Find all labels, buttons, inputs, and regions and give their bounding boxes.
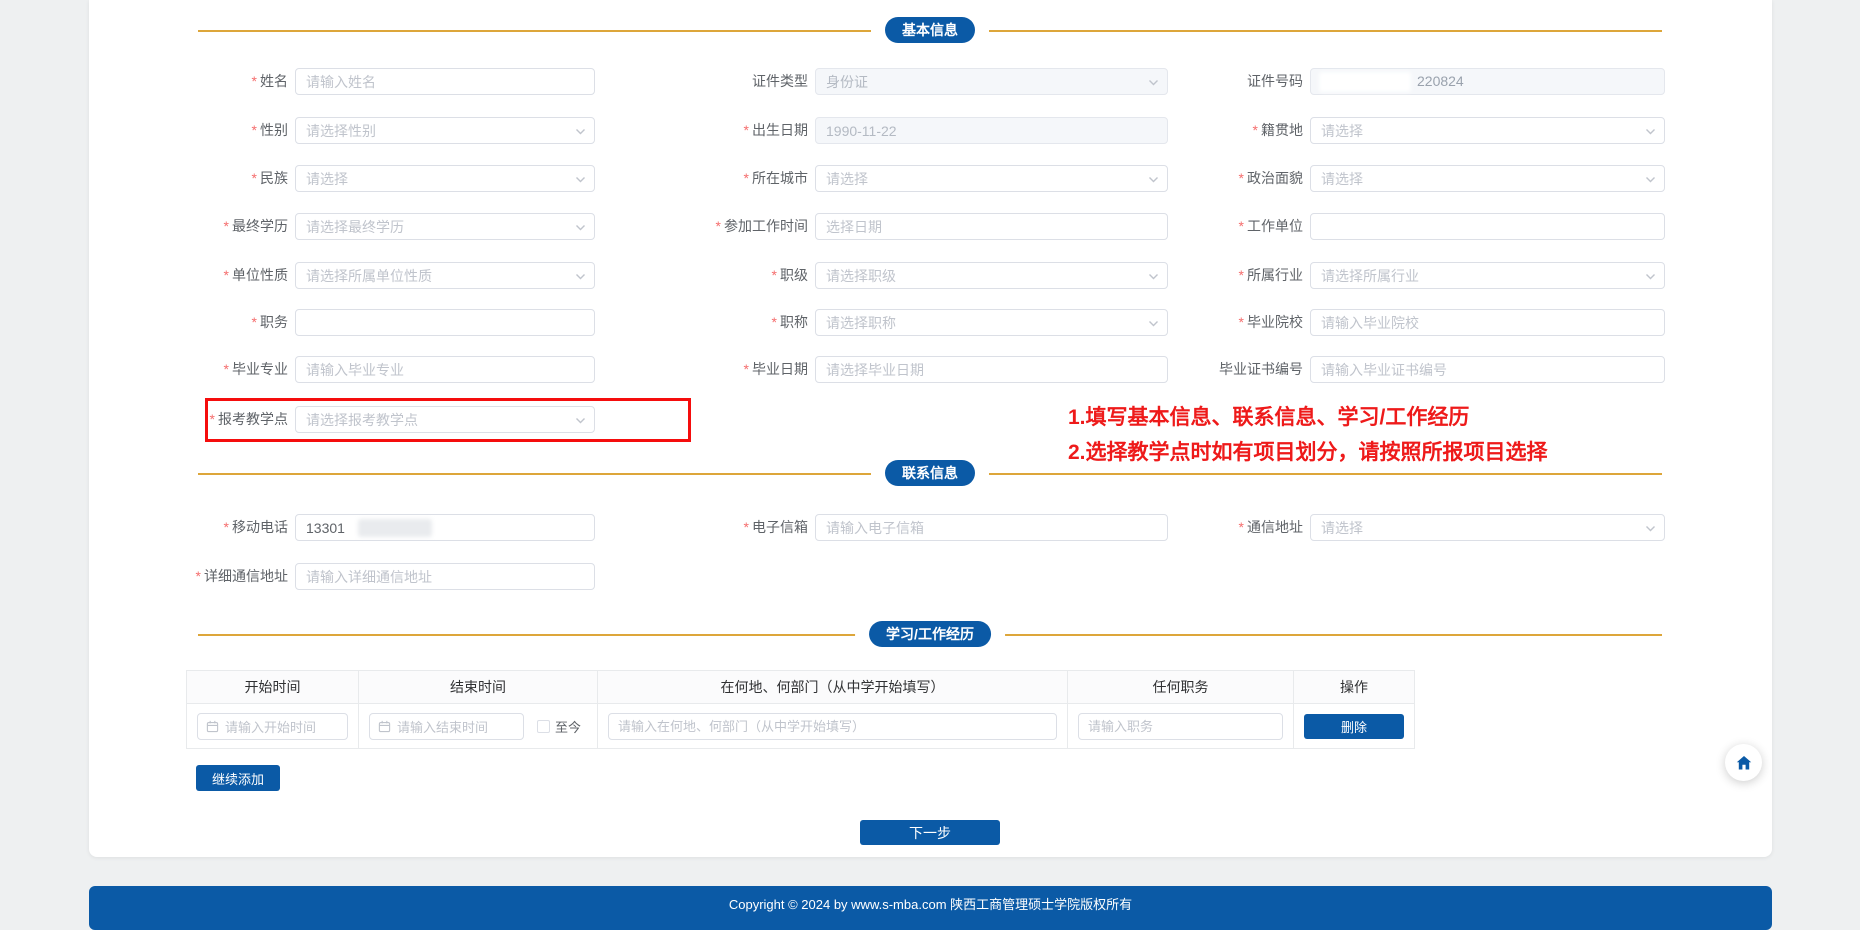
graduate-school-label: *毕业院校: [1075, 309, 1303, 336]
id-number-field: 证件号码 220824: [0, 68, 1860, 95]
teaching-site-select[interactable]: 请选择报考教学点: [295, 406, 595, 433]
redaction-blur: [1319, 72, 1411, 92]
next-step-button[interactable]: 下一步: [860, 820, 1000, 845]
mail-detail-input[interactable]: [295, 563, 595, 590]
required-mark: *: [1239, 314, 1244, 330]
annotation-line-2: 2.选择教学点时如有项目划分，请按照所报项目选择: [1068, 435, 1548, 470]
add-more-button[interactable]: 继续添加: [196, 765, 280, 791]
required-mark: *: [1239, 170, 1244, 186]
experience-row: 请输入开始时间 请输入结束时间 至今: [187, 704, 1415, 749]
duty-input[interactable]: [1078, 713, 1283, 740]
contact-section-badge-wrap: 联系信息: [871, 460, 989, 486]
industry-field: *所属行业 请选择所属行业: [0, 262, 1860, 289]
political-status-field: *政治面貌 请选择: [0, 165, 1860, 192]
experience-section-divider: 学习/工作经历: [198, 634, 1662, 636]
basic-section-badge: 基本信息: [885, 17, 975, 43]
required-mark: *: [1253, 122, 1258, 138]
delete-button[interactable]: 删除: [1304, 714, 1404, 739]
mail-region-label: *通信地址: [1075, 514, 1303, 541]
annotation-text: 1.填写基本信息、联系信息、学习/工作经历 2.选择教学点时如有项目划分，请按照…: [1068, 400, 1548, 470]
native-place-field: *籍贯地 请选择: [0, 117, 1860, 144]
chevron-down-icon: [1645, 126, 1656, 137]
industry-label: *所属行业: [1075, 262, 1303, 289]
mail-region-field: *通信地址 请选择: [0, 514, 1860, 541]
required-mark: *: [1239, 267, 1244, 283]
work-unit-field: *工作单位: [0, 213, 1860, 240]
chevron-down-icon: [1645, 523, 1656, 534]
chevron-down-icon: [1645, 174, 1656, 185]
experience-header-row: 开始时间 结束时间 在何地、何部门（从中学开始填写） 任何职务 操作: [187, 671, 1415, 704]
basic-section-badge-wrap: 基本信息: [871, 17, 989, 43]
political-status-label: *政治面貌: [1075, 165, 1303, 192]
where-input[interactable]: [608, 713, 1057, 740]
footer-copyright: Copyright © 2024 by www.s-mba.com 陕西工商管理…: [729, 897, 1132, 912]
diploma-number-label: 毕业证书编号: [1075, 356, 1303, 383]
graduate-school-input[interactable]: [1310, 309, 1665, 336]
id-number-label: 证件号码: [1075, 68, 1303, 95]
diploma-number-input[interactable]: [1310, 356, 1665, 383]
experience-section-badge: 学习/工作经历: [869, 621, 991, 647]
required-mark: *: [210, 411, 215, 427]
header-end-time: 结束时间: [359, 671, 598, 704]
work-unit-input[interactable]: [1310, 213, 1665, 240]
native-place-label: *籍贯地: [1075, 117, 1303, 144]
mail-region-select[interactable]: 请选择: [1310, 514, 1665, 541]
chevron-down-icon: [575, 415, 586, 426]
contact-section-divider: 联系信息: [198, 473, 1662, 475]
native-place-select[interactable]: 请选择: [1310, 117, 1665, 144]
work-unit-label: *工作单位: [1075, 213, 1303, 240]
page-background: 基本信息 *姓名 证件类型 身份证 证件号码 220824 *性别 请选择性别 …: [0, 0, 1860, 930]
mail-detail-label: *详细通信地址: [60, 563, 288, 590]
required-mark: *: [1239, 519, 1244, 535]
end-time-input[interactable]: 请输入结束时间: [369, 713, 524, 740]
teaching-site-field: *报考教学点 请选择报考教学点: [0, 406, 1860, 433]
industry-select[interactable]: 请选择所属行业: [1310, 262, 1665, 289]
teaching-site-label: *报考教学点: [60, 406, 288, 433]
required-mark: *: [1239, 218, 1244, 234]
political-status-select[interactable]: 请选择: [1310, 165, 1665, 192]
diploma-number-field: 毕业证书编号: [0, 356, 1860, 383]
calendar-icon: [206, 720, 219, 733]
basic-section-divider: 基本信息: [198, 30, 1662, 32]
home-icon: [1735, 754, 1753, 772]
experience-table: 开始时间 结束时间 在何地、何部门（从中学开始填写） 任何职务 操作 请输入开始…: [186, 670, 1415, 749]
experience-section-badge-wrap: 学习/工作经历: [855, 621, 1005, 647]
to-now-checkbox[interactable]: [537, 720, 550, 733]
home-button[interactable]: [1725, 744, 1762, 781]
header-where: 在何地、何部门（从中学开始填写）: [598, 671, 1068, 704]
header-duty: 任何职务: [1068, 671, 1294, 704]
header-actions: 操作: [1294, 671, 1415, 704]
to-now-label: 至今: [555, 717, 581, 736]
contact-section-badge: 联系信息: [885, 460, 975, 486]
chevron-down-icon: [1645, 271, 1656, 282]
required-mark: *: [196, 568, 201, 584]
calendar-icon: [378, 720, 391, 733]
start-time-input[interactable]: 请输入开始时间: [197, 713, 348, 740]
mail-detail-field: *详细通信地址: [0, 563, 1860, 590]
graduate-school-field: *毕业院校: [0, 309, 1860, 336]
footer-bar: Copyright © 2024 by www.s-mba.com 陕西工商管理…: [89, 886, 1772, 930]
id-number-value: 220824: [1310, 68, 1665, 95]
annotation-line-1: 1.填写基本信息、联系信息、学习/工作经历: [1068, 400, 1548, 435]
header-start-time: 开始时间: [187, 671, 359, 704]
